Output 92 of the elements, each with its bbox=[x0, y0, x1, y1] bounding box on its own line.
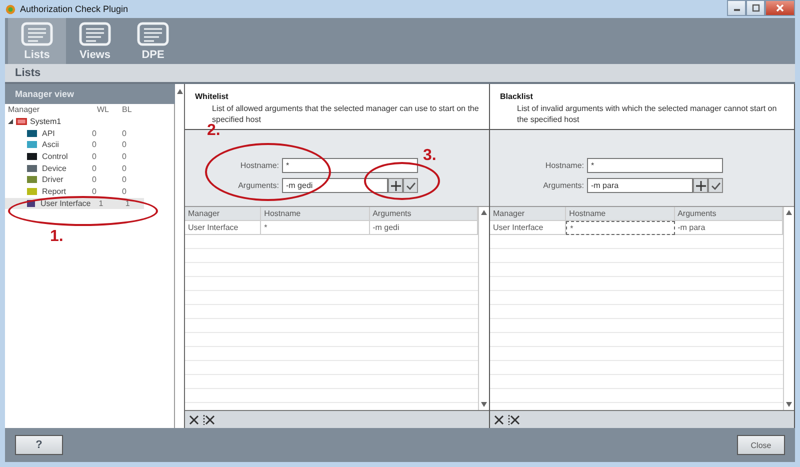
scrollbar[interactable] bbox=[175, 84, 185, 428]
panel-description: List of invalid arguments with which the selected manager cannot start on the specified host bbox=[516, 103, 778, 125]
help-button[interactable]: ? bbox=[15, 435, 63, 455]
table-cell: -m para bbox=[674, 221, 783, 235]
list-icon bbox=[21, 22, 53, 46]
bl-count: 0 bbox=[121, 152, 128, 162]
wl-count: 1 bbox=[98, 198, 104, 208]
wl-count: 0 bbox=[91, 140, 98, 150]
system-icon bbox=[16, 118, 27, 126]
scroll-up-icon[interactable] bbox=[481, 210, 487, 215]
bl-count: 0 bbox=[121, 140, 128, 150]
scroll-up-icon[interactable] bbox=[176, 89, 182, 94]
expand-icon[interactable] bbox=[8, 119, 13, 124]
list-icon bbox=[137, 22, 169, 46]
tree-row[interactable]: Report 0 0 bbox=[5, 186, 144, 198]
list-icon bbox=[79, 22, 111, 46]
arguments-field[interactable]: -m para bbox=[587, 178, 693, 193]
column-header: WL bbox=[96, 105, 110, 114]
column-header: BL bbox=[121, 105, 133, 114]
add-button[interactable] bbox=[388, 178, 403, 193]
manager-name: Ascii bbox=[42, 140, 60, 150]
panel-description: List of allowed arguments that the selected manager can use to start on the specified host bbox=[212, 103, 479, 124]
bl-count: 0 bbox=[121, 187, 128, 196]
window-title: Authorization Check Plugin bbox=[20, 4, 128, 14]
delete-icon[interactable] bbox=[189, 414, 199, 424]
bl-count: 0 bbox=[121, 128, 128, 138]
add-button[interactable] bbox=[693, 178, 708, 193]
manager-name: User Interface bbox=[40, 198, 91, 208]
manager-name: Driver bbox=[42, 175, 64, 184]
field-label: Hostname: bbox=[239, 161, 280, 170]
close-dialog-button[interactable]: Close bbox=[737, 435, 785, 455]
table-cell: User Interface bbox=[185, 221, 262, 235]
tree-item[interactable]: System1 bbox=[30, 117, 62, 126]
apply-button[interactable] bbox=[403, 178, 418, 193]
app-icon bbox=[5, 4, 16, 14]
plus-icon bbox=[390, 180, 400, 190]
manager-name: Control bbox=[42, 152, 69, 162]
apply-button[interactable] bbox=[708, 178, 723, 193]
annotation-number: 3. bbox=[423, 148, 436, 164]
column-header: Arguments bbox=[370, 207, 478, 221]
wl-count: 0 bbox=[91, 128, 98, 138]
table-cell: User Interface bbox=[490, 221, 566, 235]
column-header: Hostname bbox=[566, 207, 675, 221]
checkmark-icon bbox=[710, 180, 720, 190]
tree-row[interactable]: API 0 0 bbox=[5, 127, 144, 140]
tree-row[interactable]: Ascii 0 0 bbox=[5, 139, 144, 151]
manager-name: API bbox=[42, 128, 56, 138]
field-label: Hostname: bbox=[544, 161, 585, 170]
close-icon bbox=[775, 3, 785, 13]
section-header: Lists bbox=[5, 64, 795, 82]
wl-count: 0 bbox=[91, 152, 98, 162]
scroll-up-icon[interactable] bbox=[786, 210, 792, 215]
column-header: Manager bbox=[7, 105, 41, 114]
bl-count: 0 bbox=[121, 164, 128, 173]
delete-all-icon[interactable] bbox=[203, 414, 215, 424]
column-header: Arguments bbox=[674, 207, 783, 221]
maximize-button[interactable] bbox=[746, 0, 765, 16]
tree-row[interactable]: Driver 0 0 bbox=[5, 174, 144, 186]
scroll-down-icon[interactable] bbox=[481, 402, 487, 407]
plus-icon bbox=[696, 180, 706, 190]
delete-icon[interactable] bbox=[494, 414, 504, 424]
panel-title: Blacklist bbox=[500, 92, 534, 101]
delete-all-icon[interactable] bbox=[508, 414, 520, 424]
panel-header: Manager view bbox=[14, 88, 76, 101]
manager-name: Report bbox=[42, 187, 68, 196]
field-label: Arguments: bbox=[237, 181, 280, 190]
bl-count: 0 bbox=[121, 175, 128, 184]
hostname-field[interactable]: * bbox=[587, 158, 723, 173]
minimize-button[interactable] bbox=[727, 0, 746, 16]
wl-count: 0 bbox=[91, 175, 98, 184]
column-header: Manager bbox=[185, 207, 262, 221]
close-button[interactable] bbox=[765, 0, 795, 16]
wl-count: 0 bbox=[91, 187, 98, 196]
field-label: Arguments: bbox=[542, 181, 585, 190]
panel-title: Whitelist bbox=[195, 92, 230, 101]
hostname-field[interactable]: * bbox=[282, 158, 418, 173]
table-cell: * bbox=[261, 221, 370, 235]
scroll-down-icon[interactable] bbox=[786, 402, 792, 407]
maximize-icon bbox=[750, 3, 760, 13]
checkmark-icon bbox=[406, 180, 416, 190]
annotation-number: 1. bbox=[50, 229, 64, 245]
column-header: Hostname bbox=[261, 207, 370, 221]
table-cell: -m gedi bbox=[370, 221, 478, 235]
manager-name: Device bbox=[42, 164, 68, 173]
column-header: Manager bbox=[490, 207, 566, 221]
wl-count: 0 bbox=[91, 164, 98, 173]
table-cell: * bbox=[566, 221, 675, 235]
tree-row[interactable]: User Interface 1 1 bbox=[5, 198, 144, 210]
bl-count: 1 bbox=[124, 198, 131, 208]
arguments-field[interactable]: -m gedi bbox=[282, 178, 388, 193]
tree-row[interactable]: Control 0 0 bbox=[5, 150, 144, 162]
tree-row[interactable]: Device 0 0 bbox=[5, 162, 144, 174]
